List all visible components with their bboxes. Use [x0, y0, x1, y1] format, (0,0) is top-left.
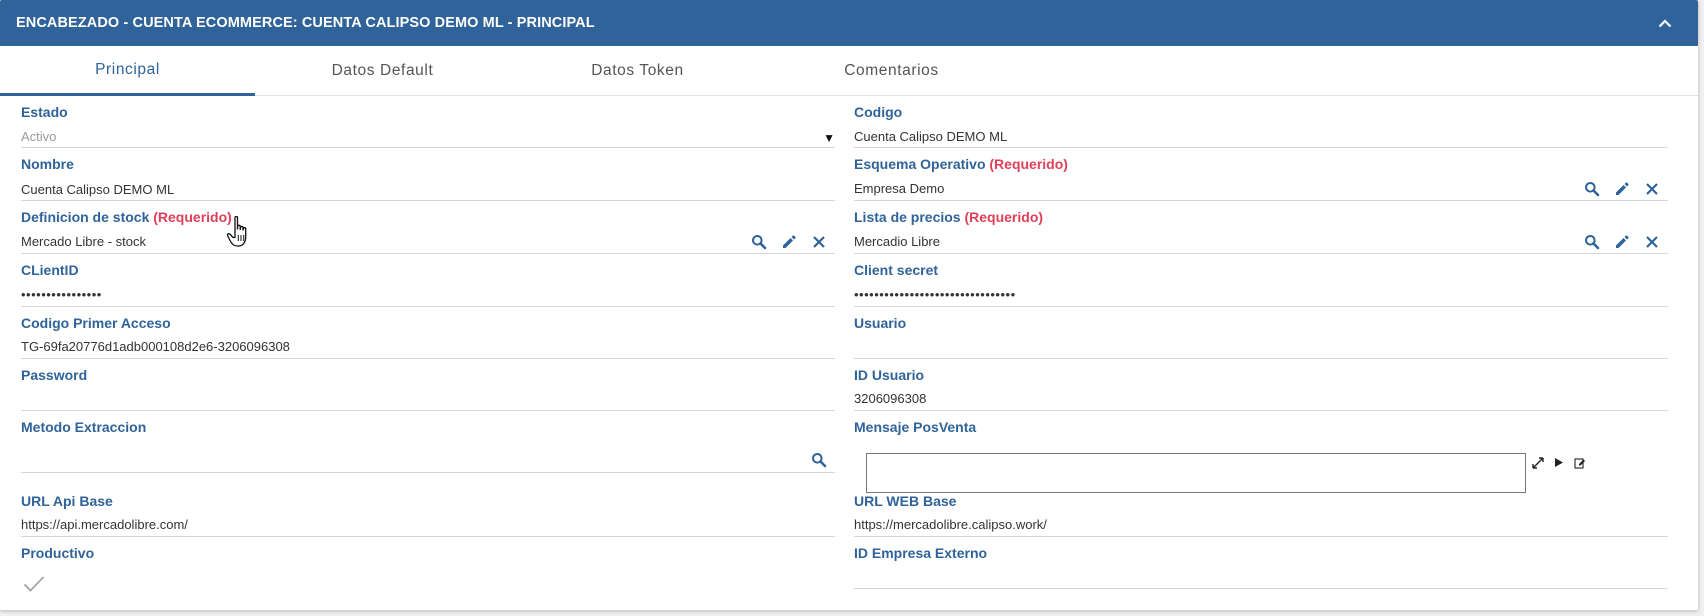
metodo-extraccion-label: Metodo Extraccion	[21, 419, 147, 435]
nombre-label: Nombre	[21, 156, 74, 172]
id-empresa-externo-label: ID Empresa Externo	[854, 545, 988, 561]
url-web-base-input[interactable]: https://mercadolibre.calipso.work/	[854, 517, 1047, 532]
required-marker: (Requerido)	[989, 156, 1068, 172]
required-marker: (Requerido)	[153, 209, 232, 225]
close-icon[interactable]	[1642, 232, 1662, 252]
pencil-icon[interactable]	[779, 232, 799, 252]
search-icon[interactable]	[749, 232, 769, 252]
usuario-label: Usuario	[854, 315, 907, 331]
client-id-label: CLientID	[21, 262, 79, 278]
definicion-stock-label: Definicion de stock (Requerido)	[21, 209, 232, 225]
tab-datos-default[interactable]: Datos Default	[255, 46, 510, 95]
url-api-base-label: URL Api Base	[21, 493, 113, 509]
search-icon[interactable]	[809, 450, 829, 470]
url-web-base-label: URL WEB Base	[854, 493, 957, 509]
codigo-primer-acceso-label: Codigo Primer Acceso	[21, 315, 171, 331]
dropdown-arrow-icon[interactable]: ▼	[823, 131, 835, 145]
url-api-base-input[interactable]: https://api.mercadolibre.com/	[21, 517, 188, 532]
id-empresa-externo-field: ID Empresa Externo	[854, 545, 1668, 589]
pencil-icon[interactable]	[1612, 232, 1632, 252]
account-panel: ENCABEZADO - CUENTA ECOMMERCE: CUENTA CA…	[0, 0, 1698, 610]
productivo-field: Productivo	[21, 545, 835, 597]
tab-comentarios[interactable]: Comentarios	[764, 46, 1019, 95]
client-secret-field: Client secret ••••••••••••••••••••••••••…	[854, 262, 1668, 307]
password-field: Password	[21, 367, 835, 411]
estado-field[interactable]: Estado Activo ▼	[21, 104, 835, 148]
codigo-input[interactable]: Cuenta Calipso DEMO ML	[854, 129, 1007, 144]
definicion-stock-field: Definicion de stock (Requerido) Mercado …	[21, 209, 835, 254]
nombre-input[interactable]: Cuenta Calipso DEMO ML	[21, 182, 174, 197]
esquema-operativo-label-text: Esquema Operativo	[854, 156, 986, 172]
search-icon[interactable]	[1582, 232, 1602, 252]
required-marker: (Requerido)	[964, 209, 1044, 225]
esquema-operativo-actions	[1582, 179, 1662, 199]
esquema-operativo-input[interactable]: Empresa Demo	[854, 181, 944, 196]
editor-toolbar	[1530, 455, 1587, 470]
esquema-operativo-field: Esquema Operativo (Requerido) Empresa De…	[854, 156, 1668, 201]
codigo-field: Codigo Cuenta Calipso DEMO ML	[854, 104, 1668, 148]
close-icon[interactable]	[1642, 179, 1662, 199]
chevron-up-icon[interactable]	[1656, 14, 1674, 32]
lista-precios-label-text: Lista de precios	[854, 209, 961, 225]
client-secret-label: Client secret	[854, 262, 939, 278]
mensaje-posventa-field: Mensaje PosVenta	[854, 419, 1668, 493]
tab-principal[interactable]: Principal	[0, 46, 255, 96]
estado-label: Estado	[21, 104, 68, 120]
lista-precios-input[interactable]: Mercadio Libre	[854, 234, 940, 249]
client-secret-input[interactable]: ••••••••••••••••••••••••••••••••	[854, 287, 1016, 302]
client-id-input[interactable]: ••••••••••••••••	[21, 287, 102, 302]
password-label: Password	[21, 367, 88, 383]
edit-icon[interactable]	[1572, 455, 1587, 470]
definicion-stock-label-text: Definicion de stock	[21, 209, 150, 225]
codigo-primer-acceso-field: Codigo Primer Acceso TG-69fa20776d1adb00…	[21, 315, 835, 359]
codigo-label: Codigo	[854, 104, 903, 120]
esquema-operativo-label: Esquema Operativo (Requerido)	[854, 156, 1068, 172]
estado-select[interactable]: Activo	[21, 129, 56, 144]
lista-precios-label: Lista de precios (Requerido)	[854, 209, 1043, 225]
definicion-stock-actions	[749, 232, 829, 252]
tab-bar: Principal Datos Default Datos Token Come…	[0, 46, 1698, 96]
codigo-primer-acceso-input[interactable]: TG-69fa20776d1adb000108d2e6-3206096308	[21, 339, 290, 354]
metodo-extraccion-actions	[809, 450, 829, 470]
mensaje-posventa-label: Mensaje PosVenta	[854, 419, 977, 435]
id-usuario-field: ID Usuario 3206096308	[854, 367, 1668, 411]
nombre-field: Nombre Cuenta Calipso DEMO ML	[21, 156, 835, 201]
search-icon[interactable]	[1582, 179, 1602, 199]
id-usuario-input[interactable]: 3206096308	[854, 391, 926, 406]
definicion-stock-input[interactable]: Mercado Libre - stock	[21, 234, 146, 249]
play-icon[interactable]	[1551, 455, 1566, 470]
usuario-field: Usuario	[854, 315, 1668, 359]
productivo-checkbox[interactable]	[23, 575, 45, 598]
lista-precios-field: Lista de precios (Requerido) Mercadio Li…	[854, 209, 1668, 254]
id-usuario-label: ID Usuario	[854, 367, 925, 383]
mensaje-posventa-editor[interactable]	[866, 453, 1526, 493]
panel-header: ENCABEZADO - CUENTA ECOMMERCE: CUENTA CA…	[0, 0, 1698, 46]
productivo-label: Productivo	[21, 545, 95, 561]
close-icon[interactable]	[809, 232, 829, 252]
tab-datos-token[interactable]: Datos Token	[510, 46, 765, 95]
url-api-base-field: URL Api Base https://api.mercadolibre.co…	[21, 493, 835, 537]
expand-icon[interactable]	[1530, 455, 1545, 470]
pencil-icon[interactable]	[1612, 179, 1632, 199]
metodo-extraccion-field: Metodo Extraccion	[21, 419, 835, 473]
panel-title: ENCABEZADO - CUENTA ECOMMERCE: CUENTA CA…	[16, 15, 595, 31]
lista-precios-actions	[1582, 232, 1662, 252]
client-id-field: CLientID ••••••••••••••••	[21, 262, 835, 307]
url-web-base-field: URL WEB Base https://mercadolibre.calips…	[854, 493, 1668, 537]
